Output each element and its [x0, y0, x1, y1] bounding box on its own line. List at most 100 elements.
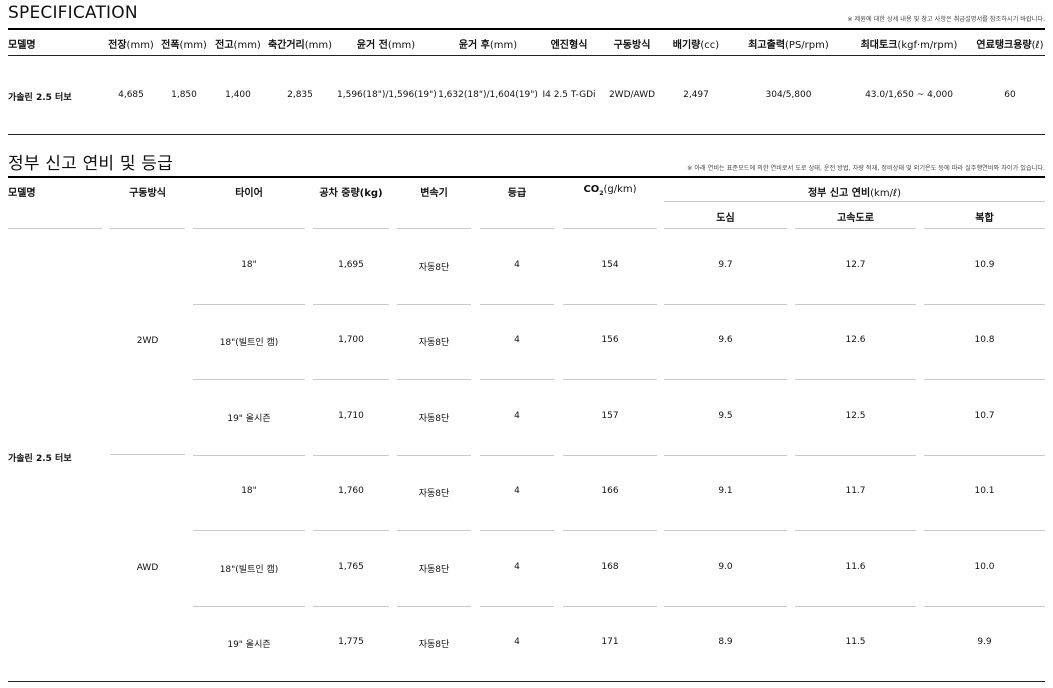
- fuel-row-divider: [563, 303, 657, 305]
- spec-header-label: 구동방식: [613, 40, 651, 51]
- fuel-row-divider: [795, 605, 916, 607]
- fuel-cell-grade: 4: [514, 561, 520, 572]
- spec-value: 60: [1004, 90, 1016, 100]
- fuel-header-combined: 복합: [975, 213, 994, 224]
- spec-header-label: 최대토크: [860, 40, 898, 51]
- fuel-cell-co2: 156: [601, 335, 619, 346]
- fuel-row-divider: [664, 530, 787, 531]
- spec-bottom-rule: [8, 134, 1045, 135]
- fuel-row-divider: [924, 379, 1045, 380]
- fuel-title: 정부 신고 연비 및 등급: [8, 154, 173, 174]
- fuel-header-rule: [313, 228, 389, 229]
- spec-header-unit: (mm): [126, 40, 154, 51]
- fuel-row-divider: [664, 303, 787, 305]
- spec-value: 1,850: [171, 90, 197, 100]
- spec-header-cell: 배기량(cc): [667, 36, 725, 51]
- fuel-row-divider: [924, 454, 1045, 456]
- spec-header-unit: (mm): [387, 40, 416, 51]
- fuel-cell-trans: 자동8단: [418, 640, 450, 651]
- fuel-header-highway: 고속도로: [837, 213, 874, 224]
- fuel-group-awd: AWD: [136, 563, 159, 573]
- fuel-row-divider: [924, 605, 1045, 607]
- fuel-group-divider: [110, 454, 185, 455]
- fuel-cell-grade: 4: [514, 259, 520, 270]
- spec-header-label: 전폭: [161, 40, 180, 51]
- spec-header-unit: (mm): [179, 40, 207, 51]
- spec-header-label: 배기량: [672, 40, 701, 51]
- fuel-cell-trans: 자동8단: [418, 413, 450, 424]
- fuel-header-weight: 공차 중량(kg): [319, 188, 383, 199]
- fuel-cell-combined: 10.1: [974, 486, 995, 497]
- spec-header-label: 윤거 후: [458, 40, 490, 51]
- spec-header-label: 윤거 전: [356, 40, 388, 51]
- fuel-row-divider: [480, 605, 554, 607]
- fuel-bottom-rule: [8, 681, 1045, 682]
- spec-header-cell: 모델명: [8, 36, 104, 51]
- fuel-row-divider: [924, 530, 1045, 531]
- spec-header-cell: 전고(mm): [212, 36, 264, 51]
- spec-value: 304/5,800: [765, 90, 812, 100]
- fuel-model-label: 가솔린 2.5 터보: [8, 454, 72, 464]
- fuel-row-divider: [397, 454, 471, 456]
- fuel-cell-combined: 10.0: [974, 561, 995, 572]
- fuel-cell-weight: 1,710: [338, 410, 364, 421]
- fuel-row-divider: [563, 379, 657, 380]
- fuel-row-divider: [480, 454, 554, 456]
- fuel-cell-combined: 9.9: [977, 637, 992, 648]
- fuel-header-tire: 타이어: [235, 188, 263, 199]
- fuel-row-divider: [397, 530, 471, 531]
- fuel-efficiency-sub-rule: [664, 201, 1045, 202]
- fuel-cell-city: 9.5: [718, 410, 733, 421]
- fuel-row-divider: [795, 379, 916, 380]
- spec-header-unit: (mm): [489, 40, 518, 51]
- fuel-row-divider: [563, 530, 657, 531]
- fuel-row-divider: [480, 530, 554, 531]
- spec-header-cell: 축간거리(mm): [266, 36, 334, 51]
- spec-value: 2WD/AWD: [608, 90, 656, 100]
- fuel-cell-highway: 11.6: [845, 561, 866, 572]
- fuel-header-drive: 구동방식: [129, 188, 166, 199]
- spec-value: 43.0/1,650 ~ 4,000: [865, 90, 953, 100]
- fuel-cell-tire: 18": [241, 259, 257, 270]
- fuel-row-divider: [480, 303, 554, 305]
- fuel-header-grade: 등급: [507, 188, 527, 199]
- fuel-cell-co2: 154: [601, 259, 619, 270]
- fuel-cell-tire: 18"(빌트인 캠): [219, 564, 279, 575]
- fuel-cell-trans: 자동8단: [418, 564, 450, 575]
- fuel-cell-trans: 자동8단: [418, 489, 450, 500]
- fuel-cell-weight: 1,695: [338, 259, 364, 270]
- fuel-row-divider: [563, 454, 657, 456]
- spec-title: SPECIFICATION: [8, 3, 138, 23]
- fuel-row-divider: [193, 379, 305, 380]
- fuel-header-rule: [563, 228, 657, 229]
- spec-header-top-rule: [8, 28, 1045, 30]
- fuel-cell-highway: 11.7: [845, 486, 866, 497]
- fuel-cell-co2: 166: [601, 486, 619, 497]
- fuel-cell-combined: 10.8: [974, 335, 995, 346]
- fuel-row-divider: [193, 303, 305, 305]
- fuel-row-divider: [664, 454, 787, 456]
- spec-header-cell: 윤거 전(mm): [337, 36, 435, 51]
- fuel-note: ※ 아래 연비는 표준모드에 의한 연비로서 도로 상태, 운전 방법, 차량 …: [687, 165, 1045, 172]
- spec-header-unit: (mm): [304, 40, 333, 51]
- spec-header-cell: 최대토크(kgf·m/rpm): [850, 36, 968, 51]
- fuel-cell-highway: 11.5: [845, 637, 866, 648]
- fuel-header-co2: CO2(g/km): [583, 184, 637, 197]
- fuel-cell-city: 9.1: [718, 486, 733, 497]
- fuel-cell-grade: 4: [514, 335, 520, 346]
- fuel-cell-grade: 4: [514, 410, 520, 421]
- spec-header-label: 엔진형식: [550, 40, 588, 51]
- fuel-cell-city: 8.9: [718, 637, 733, 648]
- fuel-cell-co2: 157: [601, 410, 619, 421]
- fuel-header-rule: [924, 228, 1045, 229]
- spec-header-cell: 엔진형식: [542, 36, 596, 51]
- spec-header-label: 전고: [215, 40, 234, 51]
- spec-model-name: 가솔린 2.5 터보: [8, 93, 72, 103]
- fuel-header-rule: [664, 228, 787, 229]
- spec-value: 2,497: [683, 90, 709, 100]
- fuel-cell-weight: 1,700: [338, 335, 364, 346]
- fuel-header-rule: [8, 228, 102, 229]
- fuel-cell-weight: 1,775: [338, 637, 364, 648]
- spec-header-label: 축간거리: [267, 40, 305, 51]
- fuel-cell-city: 9.6: [718, 335, 733, 346]
